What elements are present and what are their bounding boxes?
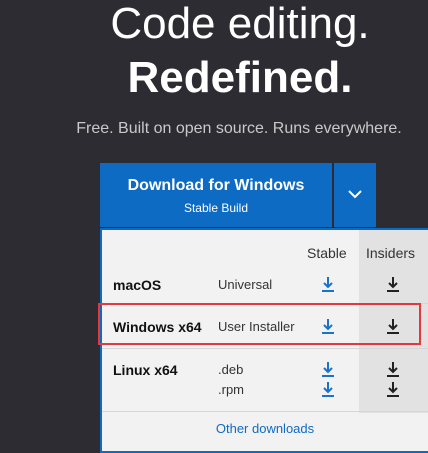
row-os-linux: Linux x64 bbox=[113, 362, 178, 378]
row-divider bbox=[102, 348, 428, 349]
windows-row-highlight bbox=[98, 303, 421, 345]
other-downloads-link[interactable]: Other downloads bbox=[102, 421, 428, 436]
row-os-macos: macOS bbox=[113, 277, 162, 293]
download-windows-button[interactable]: Download for Windows Stable Build bbox=[100, 163, 332, 227]
stable-column-header: Stable bbox=[307, 245, 347, 261]
row-type-rpm: .rpm bbox=[218, 382, 244, 397]
download-button-title: Download for Windows bbox=[127, 177, 305, 194]
insiders-column-header: Insiders bbox=[366, 245, 416, 261]
hero-subtitle: Free. Built on open source. Runs everywh… bbox=[76, 120, 402, 137]
stable-download-icon[interactable] bbox=[321, 381, 335, 397]
row-divider bbox=[102, 411, 428, 412]
download-options-toggle[interactable] bbox=[334, 163, 376, 227]
hero-title-line1: Code editing. bbox=[110, 0, 370, 48]
row-type-deb: .deb bbox=[218, 362, 244, 377]
insiders-download-icon[interactable] bbox=[386, 381, 400, 397]
stable-download-icon[interactable] bbox=[321, 276, 335, 292]
chevron-down-icon bbox=[348, 190, 362, 199]
insiders-download-icon[interactable] bbox=[386, 361, 400, 377]
download-button-subtitle: Stable Build bbox=[183, 201, 249, 215]
hero-title-line2: Redefined. bbox=[127, 53, 353, 102]
insiders-download-icon[interactable] bbox=[386, 276, 400, 292]
row-type-universal: Universal bbox=[218, 277, 273, 292]
stable-download-icon[interactable] bbox=[321, 361, 335, 377]
